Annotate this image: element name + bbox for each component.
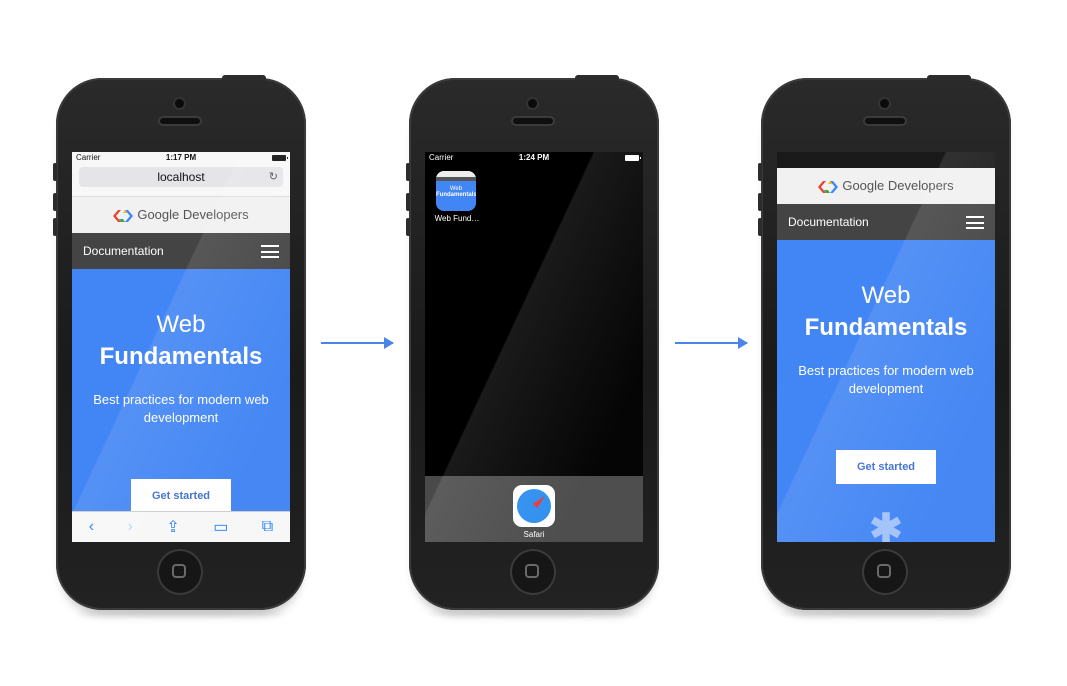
hero-section: Web Fundamentals Best practices for mode…: [72, 269, 290, 513]
forward-icon[interactable]: ›: [128, 518, 133, 536]
brand-label: Google Developers: [842, 178, 954, 193]
status-bar: Carrier 1:24 PM: [425, 152, 643, 164]
icon-text-line2: Fundamentals: [436, 192, 476, 198]
sleep-button: [575, 75, 619, 81]
battery-icon: [625, 155, 641, 161]
volume-down-button: [53, 218, 57, 236]
address-bar[interactable]: localhost ↻: [72, 164, 290, 197]
home-button[interactable]: [159, 551, 201, 593]
hero-section: Web Fundamentals Best practices for mode…: [777, 240, 995, 542]
nav-title[interactable]: Documentation: [788, 215, 869, 229]
brand-label: Google Developers: [137, 207, 249, 222]
app-label: Web Fund…: [434, 214, 480, 223]
safari-app-icon[interactable]: [513, 485, 555, 527]
dock: Safari: [425, 476, 643, 542]
status-bar: Carrier 1:17 PM: [72, 152, 290, 164]
mute-switch: [758, 163, 762, 181]
menu-icon[interactable]: [966, 216, 984, 229]
home-button[interactable]: [512, 551, 554, 593]
browser-toolbar: ‹ › ⇪ ▭ ⧉: [72, 511, 290, 542]
clock: 1:24 PM: [518, 153, 550, 162]
camera-icon: [175, 99, 184, 108]
reload-icon[interactable]: ↻: [269, 167, 278, 187]
camera-icon: [528, 99, 537, 108]
hero-title-line2: Fundamentals: [804, 314, 968, 341]
get-started-button[interactable]: Get started: [836, 450, 936, 484]
sleep-button: [222, 75, 266, 81]
asterisk-icon: ✱: [869, 507, 903, 542]
volume-up-button: [758, 193, 762, 211]
tabs-icon[interactable]: ⧉: [262, 518, 273, 536]
mute-switch: [406, 163, 410, 181]
volume-up-button: [53, 193, 57, 211]
phone-mockup-standalone: Google Developers Documentation Web Fund…: [758, 75, 1011, 610]
home-screen: Carrier 1:24 PM Web Fundamentals Web Fun…: [425, 152, 643, 542]
battery-icon: [272, 155, 288, 161]
url-field[interactable]: localhost ↻: [79, 167, 283, 187]
flow-arrow-1: [321, 337, 394, 349]
volume-up-button: [406, 193, 410, 211]
nav-bar: Documentation: [777, 204, 995, 240]
site-header: Google Developers: [72, 197, 290, 233]
hero-title-line1: Web: [861, 282, 911, 309]
phone-mockup-homescreen: Carrier 1:24 PM Web Fundamentals Web Fun…: [406, 75, 659, 610]
volume-down-button: [406, 218, 410, 236]
speaker-grille: [513, 118, 553, 124]
mute-switch: [53, 163, 57, 181]
site-header: Google Developers: [777, 168, 995, 204]
volume-down-button: [758, 218, 762, 236]
screen: Carrier 1:24 PM Web Fundamentals Web Fun…: [425, 152, 643, 542]
get-started-button[interactable]: Get started: [131, 479, 231, 513]
hero-subtitle: Best practices for modern web developmen…: [798, 363, 974, 396]
compass-icon: [517, 489, 551, 523]
url-text: localhost: [157, 170, 205, 184]
home-button[interactable]: [864, 551, 906, 593]
flow-arrow-2: [675, 337, 748, 349]
camera-icon: [880, 99, 889, 108]
clock: 1:17 PM: [165, 153, 197, 162]
screen: Google Developers Documentation Web Fund…: [777, 152, 995, 542]
google-developers-logo-icon: [818, 180, 839, 193]
speaker-grille: [160, 118, 200, 124]
back-icon[interactable]: ‹: [89, 518, 94, 536]
hero-title-line1: Web: [156, 311, 206, 338]
google-developers-logo-icon: [113, 209, 134, 222]
sleep-button: [927, 75, 971, 81]
dock-app-label: Safari: [523, 530, 545, 539]
share-icon[interactable]: ⇪: [166, 517, 179, 537]
screen: Carrier 1:17 PM localhost ↻ Google Devel…: [72, 152, 290, 542]
phone-mockup-browser: Carrier 1:17 PM localhost ↻ Google Devel…: [53, 75, 306, 610]
speaker-grille: [865, 118, 905, 124]
bookmarks-icon[interactable]: ▭: [213, 517, 228, 537]
nav-title[interactable]: Documentation: [83, 244, 164, 258]
hero-subtitle: Best practices for modern web developmen…: [93, 392, 269, 425]
hero-title-line2: Fundamentals: [99, 343, 263, 370]
nav-bar: Documentation: [72, 233, 290, 269]
menu-icon[interactable]: [261, 245, 279, 258]
web-fundamentals-app-icon[interactable]: Web Fundamentals: [436, 171, 476, 211]
